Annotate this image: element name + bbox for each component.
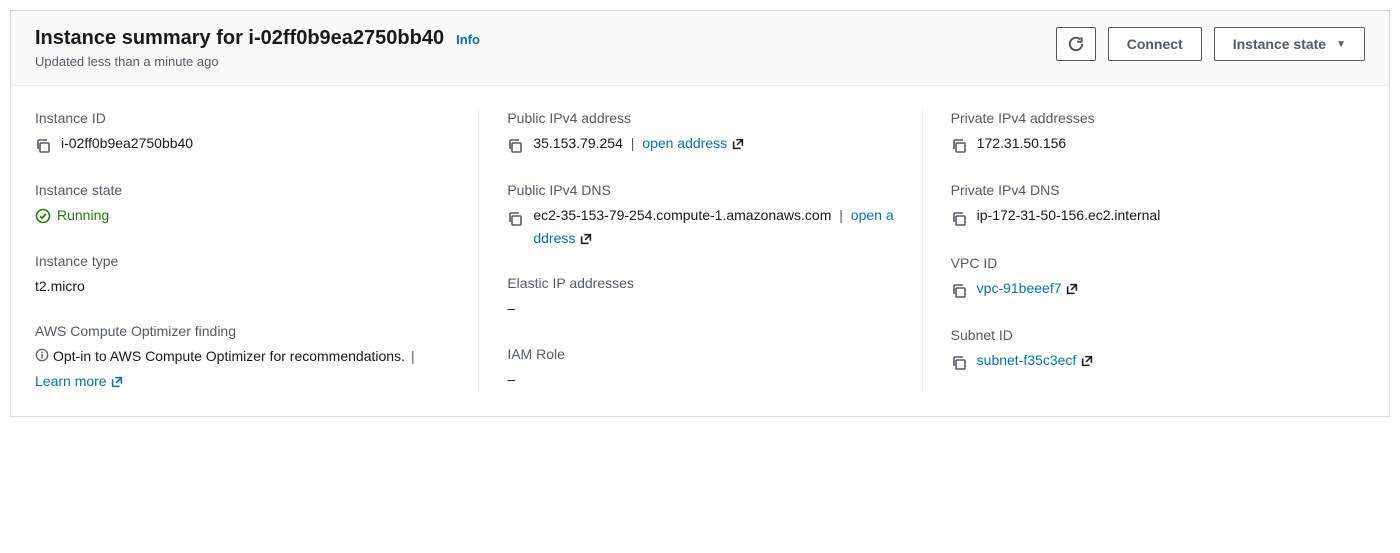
connect-button-label: Connect bbox=[1127, 36, 1183, 52]
learn-more-label: Learn more bbox=[35, 373, 107, 389]
optimizer-text: Opt-in to AWS Compute Optimizer for reco… bbox=[53, 345, 405, 367]
title-row: Instance summary for i-02ff0b9ea2750bb40… bbox=[35, 27, 480, 50]
copy-icon[interactable] bbox=[507, 206, 523, 228]
eip-label: Elastic IP addresses bbox=[507, 275, 893, 291]
private-ip-value: 172.31.50.156 bbox=[977, 132, 1067, 154]
column-2: Public IPv4 address 35.153.79.254 | open… bbox=[478, 110, 921, 392]
private-dns-value: ip-172-31-50-156.ec2.internal bbox=[977, 204, 1161, 226]
external-link-icon bbox=[1065, 282, 1079, 296]
instance-summary-panel: Instance summary for i-02ff0b9ea2750bb40… bbox=[10, 10, 1390, 417]
title-block: Instance summary for i-02ff0b9ea2750bb40… bbox=[35, 27, 480, 69]
instance-state-button-label: Instance state bbox=[1233, 36, 1326, 52]
external-link-icon bbox=[110, 375, 124, 389]
public-dns-label: Public IPv4 DNS bbox=[507, 182, 893, 198]
copy-icon[interactable] bbox=[507, 134, 523, 156]
private-ip-label: Private IPv4 addresses bbox=[951, 110, 1337, 126]
public-ip-value: 35.153.79.254 bbox=[533, 135, 623, 151]
iam-value: – bbox=[507, 368, 515, 390]
eip-value: – bbox=[507, 297, 515, 319]
vpc-link[interactable]: vpc-91beeef7 bbox=[977, 277, 1080, 299]
public-dns-value: ec2-35-153-79-254.compute-1.amazonaws.co… bbox=[533, 207, 831, 223]
subnet-link[interactable]: subnet-f35c3ecf bbox=[977, 349, 1095, 371]
info-icon bbox=[35, 348, 49, 362]
open-address-label: open address bbox=[642, 135, 727, 151]
public-dns-row: ec2-35-153-79-254.compute-1.amazonaws.co… bbox=[533, 204, 893, 249]
field-instance-type: Instance type t2.micro bbox=[35, 253, 450, 297]
field-iam: IAM Role – bbox=[507, 346, 893, 390]
copy-icon[interactable] bbox=[951, 279, 967, 301]
status-badge: Running bbox=[35, 204, 109, 226]
learn-more-link[interactable]: Learn more bbox=[35, 370, 124, 392]
public-ip-label: Public IPv4 address bbox=[507, 110, 893, 126]
instance-state-label: Instance state bbox=[35, 182, 450, 198]
check-circle-icon bbox=[35, 208, 51, 224]
subnet-id-value: subnet-f35c3ecf bbox=[977, 352, 1077, 368]
header-actions: Connect Instance state ▼ bbox=[1056, 27, 1365, 61]
field-instance-state: Instance state Running bbox=[35, 182, 450, 226]
field-subnet: Subnet ID subnet-f35c3ecf bbox=[951, 327, 1337, 373]
copy-icon[interactable] bbox=[951, 134, 967, 156]
vpc-label: VPC ID bbox=[951, 255, 1337, 271]
column-3: Private IPv4 addresses 172.31.50.156 Pri… bbox=[922, 110, 1365, 392]
copy-icon[interactable] bbox=[35, 134, 51, 156]
subnet-label: Subnet ID bbox=[951, 327, 1337, 343]
instance-id-label: Instance ID bbox=[35, 110, 450, 126]
optimizer-label: AWS Compute Optimizer finding bbox=[35, 323, 450, 339]
field-vpc: VPC ID vpc-91beeef7 bbox=[951, 255, 1337, 301]
refresh-button[interactable] bbox=[1056, 27, 1096, 61]
instance-state-button[interactable]: Instance state ▼ bbox=[1214, 27, 1365, 61]
external-link-icon bbox=[731, 137, 745, 151]
separator: | bbox=[411, 345, 415, 367]
iam-label: IAM Role bbox=[507, 346, 893, 362]
field-private-dns: Private IPv4 DNS ip-172-31-50-156.ec2.in… bbox=[951, 182, 1337, 228]
external-link-icon bbox=[579, 232, 593, 246]
page-title: Instance summary for i-02ff0b9ea2750bb40 bbox=[35, 27, 444, 50]
private-dns-label: Private IPv4 DNS bbox=[951, 182, 1337, 198]
updated-text: Updated less than a minute ago bbox=[35, 54, 480, 69]
field-public-ip: Public IPv4 address 35.153.79.254 | open… bbox=[507, 110, 893, 156]
external-link-icon bbox=[1080, 354, 1094, 368]
field-instance-id: Instance ID i-02ff0b9ea2750bb40 bbox=[35, 110, 450, 156]
open-address-link[interactable]: open address bbox=[642, 135, 745, 151]
instance-id-value: i-02ff0b9ea2750bb40 bbox=[61, 132, 193, 154]
copy-icon[interactable] bbox=[951, 206, 967, 228]
panel-body: Instance ID i-02ff0b9ea2750bb40 Instance… bbox=[11, 86, 1389, 416]
public-ip-row: 35.153.79.254 | open address bbox=[533, 132, 745, 154]
connect-button[interactable]: Connect bbox=[1108, 27, 1202, 61]
column-1: Instance ID i-02ff0b9ea2750bb40 Instance… bbox=[35, 110, 478, 392]
vpc-id-value: vpc-91beeef7 bbox=[977, 280, 1062, 296]
separator: | bbox=[631, 135, 635, 151]
chevron-down-icon: ▼ bbox=[1336, 39, 1346, 50]
separator: | bbox=[839, 207, 843, 223]
field-optimizer: AWS Compute Optimizer finding Opt-in to … bbox=[35, 323, 450, 392]
panel-header: Instance summary for i-02ff0b9ea2750bb40… bbox=[11, 11, 1389, 86]
copy-icon[interactable] bbox=[951, 351, 967, 373]
field-private-ip: Private IPv4 addresses 172.31.50.156 bbox=[951, 110, 1337, 156]
instance-type-value: t2.micro bbox=[35, 275, 85, 297]
refresh-icon bbox=[1067, 35, 1085, 53]
field-eip: Elastic IP addresses – bbox=[507, 275, 893, 319]
instance-state-value: Running bbox=[57, 204, 109, 226]
instance-type-label: Instance type bbox=[35, 253, 450, 269]
field-public-dns: Public IPv4 DNS ec2-35-153-79-254.comput… bbox=[507, 182, 893, 249]
info-link[interactable]: Info bbox=[456, 32, 480, 47]
